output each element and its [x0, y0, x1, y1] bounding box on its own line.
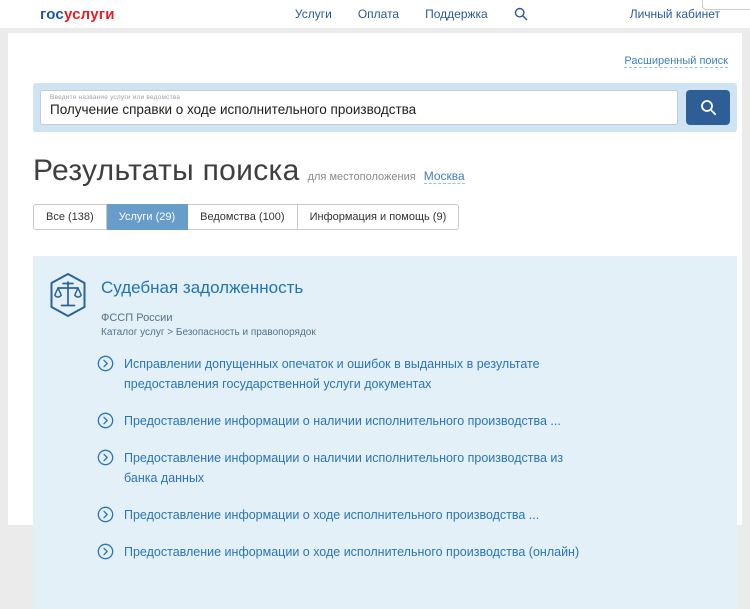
page-title: Результаты поиска: [33, 154, 300, 188]
chevron-right-circle-icon: [97, 449, 114, 466]
service-link[interactable]: Предоставление информации о ходе исполни…: [124, 505, 539, 525]
popup-outline-artifact: [702, 0, 750, 10]
location-link[interactable]: Москва: [424, 169, 465, 184]
advanced-search-row: Расширенный поиск: [8, 33, 742, 75]
results-heading-row: Результаты поиска для местоположения Мос…: [33, 154, 742, 188]
advanced-search-link[interactable]: Расширенный поиск: [624, 55, 728, 68]
top-navigation: Услуги Оплата Поддержка Личный кабинет: [295, 7, 750, 21]
service-link[interactable]: Предоставление информации о ходе исполни…: [124, 542, 579, 562]
card-header: Судебная задолженность ФССП России Катал…: [47, 272, 717, 338]
nav-payment[interactable]: Оплата: [358, 7, 399, 21]
logo-part-blue: гос: [40, 6, 64, 23]
tab-agencies[interactable]: Ведомства (100): [188, 204, 297, 230]
service-link[interactable]: Предоставление информации о наличии испо…: [124, 411, 561, 431]
search-panel: Введите название услуги или ведомства По…: [33, 83, 737, 132]
content-sheet: Расширенный поиск Введите название услуг…: [8, 33, 742, 525]
chevron-right-circle-icon: [97, 543, 114, 560]
top-header: госуслуги Услуги Оплата Поддержка Личный…: [0, 0, 750, 28]
search-input[interactable]: Введите название услуги или ведомства По…: [40, 90, 678, 125]
search-icon[interactable]: [514, 7, 528, 21]
result-tabs: Все (138) Услуги (29) Ведомства (100) Ин…: [33, 204, 742, 230]
search-submit-button[interactable]: [686, 90, 730, 125]
list-item[interactable]: Предоставление информации о ходе исполни…: [97, 542, 717, 562]
nav-support[interactable]: Поддержка: [425, 7, 488, 21]
logo-part-red: услуги: [64, 6, 115, 23]
chevron-right-circle-icon: [97, 355, 114, 372]
agency-name: ФССП России: [101, 312, 316, 324]
search-input-value: Получение справки о ходе исполнительного…: [50, 102, 668, 117]
nav-services[interactable]: Услуги: [295, 7, 332, 21]
service-link[interactable]: Исправлении допущенных опечаток и ошибок…: [124, 354, 594, 394]
tab-services[interactable]: Услуги (29): [107, 204, 188, 230]
location-prefix: для местоположения: [308, 171, 416, 183]
category-title-link[interactable]: Судебная задолженность: [101, 278, 316, 298]
tab-all[interactable]: Все (138): [33, 204, 107, 230]
list-item[interactable]: Предоставление информации о наличии испо…: [97, 411, 717, 431]
chevron-right-circle-icon: [97, 506, 114, 523]
list-item[interactable]: Предоставление информации о ходе исполни…: [97, 505, 717, 525]
magnifier-icon: [700, 99, 717, 116]
tab-info-help[interactable]: Информация и помощь (9): [298, 204, 460, 230]
list-item[interactable]: Исправлении допущенных опечаток и ошибок…: [97, 354, 717, 394]
gosuslugi-logo[interactable]: госуслуги: [40, 6, 115, 23]
service-link[interactable]: Предоставление информации о наличии испо…: [124, 448, 594, 488]
chevron-right-circle-icon: [97, 412, 114, 429]
search-input-label: Введите название услуги или ведомства: [50, 94, 668, 101]
breadcrumb: Каталог услуг > Безопасность и правопоря…: [101, 327, 316, 338]
service-list: Исправлении допущенных опечаток и ошибок…: [97, 354, 717, 562]
result-card: Судебная задолженность ФССП России Катал…: [33, 256, 737, 609]
card-header-text: Судебная задолженность ФССП России Катал…: [101, 272, 316, 338]
scales-of-justice-icon: [47, 272, 89, 318]
list-item[interactable]: Предоставление информации о наличии испо…: [97, 448, 717, 488]
